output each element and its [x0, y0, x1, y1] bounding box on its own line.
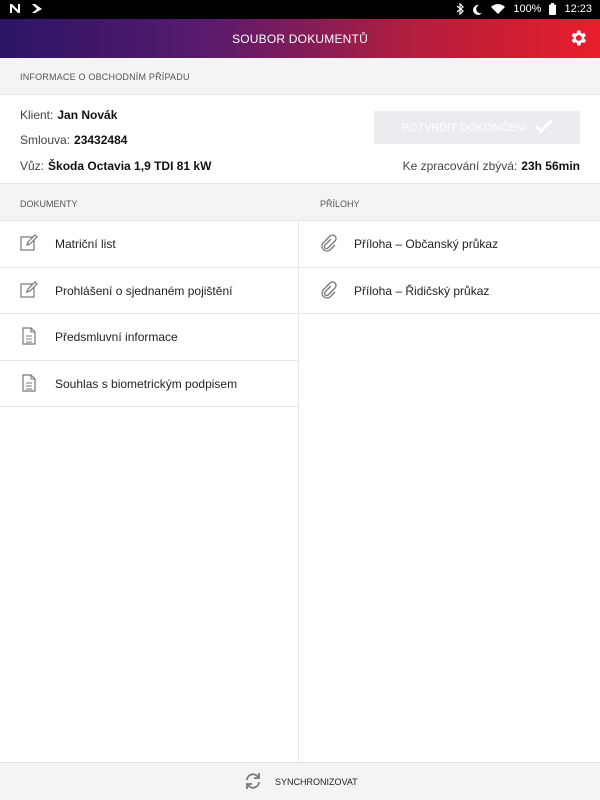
- car-row: Vůz: Škoda Octavia 1,9 TDI 81 kW: [20, 159, 211, 173]
- attachments-list: Příloha – Občanský průkaz Příloha – Řidi…: [299, 221, 600, 762]
- document-item-predsmluvni[interactable]: Předsmluvní informace: [0, 314, 298, 361]
- attachment-item-ridicsky[interactable]: Příloha – Řidičský průkaz: [299, 268, 600, 314]
- confirm-completion-label: POTVRDIT DOKONČENÍ: [401, 121, 527, 134]
- confirm-completion-button[interactable]: POTVRDIT DOKONČENÍ: [374, 111, 580, 144]
- wifi-icon: [491, 3, 506, 15]
- client-value: Jan Novák: [57, 108, 118, 122]
- contract-row: Smlouva: 23432484: [20, 133, 127, 147]
- checkmark-icon: [534, 118, 553, 136]
- document-label: Matriční list: [55, 237, 116, 251]
- document-label: Prohlášení o sjednaném pojištění: [55, 283, 233, 298]
- car-label: Vůz:: [20, 159, 45, 173]
- attachment-label: Příloha – Občanský průkaz: [354, 237, 499, 251]
- columns-header: DOKUMENTY PŘÍLOHY: [0, 184, 600, 221]
- remaining-label: Ke zpracování zbývá:: [402, 159, 518, 173]
- app-bar: SOUBOR DOKUMENTŮ: [0, 19, 600, 58]
- attachment-label: Příloha – Řidičský průkaz: [354, 283, 490, 298]
- gear-icon[interactable]: [568, 28, 588, 48]
- client-row: Klient: Jan Novák: [20, 108, 117, 122]
- remaining-value: 23h 56min: [521, 159, 580, 173]
- battery-percent: 100%: [513, 3, 542, 15]
- paperclip-icon: [319, 234, 337, 252]
- battery-icon: [549, 3, 557, 15]
- clock: 12:23: [564, 3, 592, 15]
- attachment-item-obcansky[interactable]: Příloha – Občanský průkaz: [299, 221, 600, 268]
- contract-label: Smlouva:: [20, 133, 71, 147]
- do-not-disturb-icon: [472, 4, 483, 15]
- sync-label: SYNCHRONIZOVAT: [275, 777, 358, 787]
- app-title: SOUBOR DOKUMENTŮ: [232, 32, 368, 46]
- paperclip-icon: [319, 280, 337, 299]
- remaining-time: Ke zpracování zbývá: 23h 56min: [403, 159, 580, 173]
- case-info-header: INFORMACE O OBCHODNÍM PŘÍPADU: [0, 58, 600, 95]
- contract-value: 23432484: [74, 133, 128, 147]
- documents-list: Matriční list Prohlášení o sjednaném poj…: [0, 221, 299, 762]
- sync-icon: [244, 771, 262, 793]
- bottom-bar: SYNCHRONIZOVAT: [0, 762, 600, 800]
- sync-button[interactable]: SYNCHRONIZOVAT: [244, 771, 358, 793]
- documents-header: DOKUMENTY: [20, 199, 78, 209]
- document-item-souhlas[interactable]: Souhlas s biometrickým podpisem: [0, 361, 298, 407]
- client-label: Klient:: [20, 108, 54, 122]
- case-info-panel: Klient: Jan Novák Smlouva: 23432484 Vůz: Šk…: [0, 95, 600, 184]
- document-item-matricni-list[interactable]: Matriční list: [0, 221, 298, 268]
- document-icon: [20, 327, 38, 345]
- car-value: Škoda Octavia 1,9 TDI 81 kW: [48, 159, 212, 173]
- document-icon: [20, 373, 38, 392]
- document-label: Předsmluvní informace: [55, 330, 178, 344]
- attachments-header: PŘÍLOHY: [320, 199, 360, 209]
- app-notification-icon: [31, 3, 43, 14]
- n-notification-icon: [9, 3, 21, 14]
- status-bar: 100% 12:23: [0, 0, 600, 19]
- edit-icon: [20, 280, 38, 299]
- case-info-label: INFORMACE O OBCHODNÍM PŘÍPADU: [20, 72, 190, 82]
- document-item-prohlaseni[interactable]: Prohlášení o sjednaném pojištění: [0, 268, 298, 314]
- document-label: Souhlas s biometrickým podpisem: [55, 376, 238, 391]
- edit-icon: [20, 234, 38, 252]
- bluetooth-icon: [456, 3, 465, 15]
